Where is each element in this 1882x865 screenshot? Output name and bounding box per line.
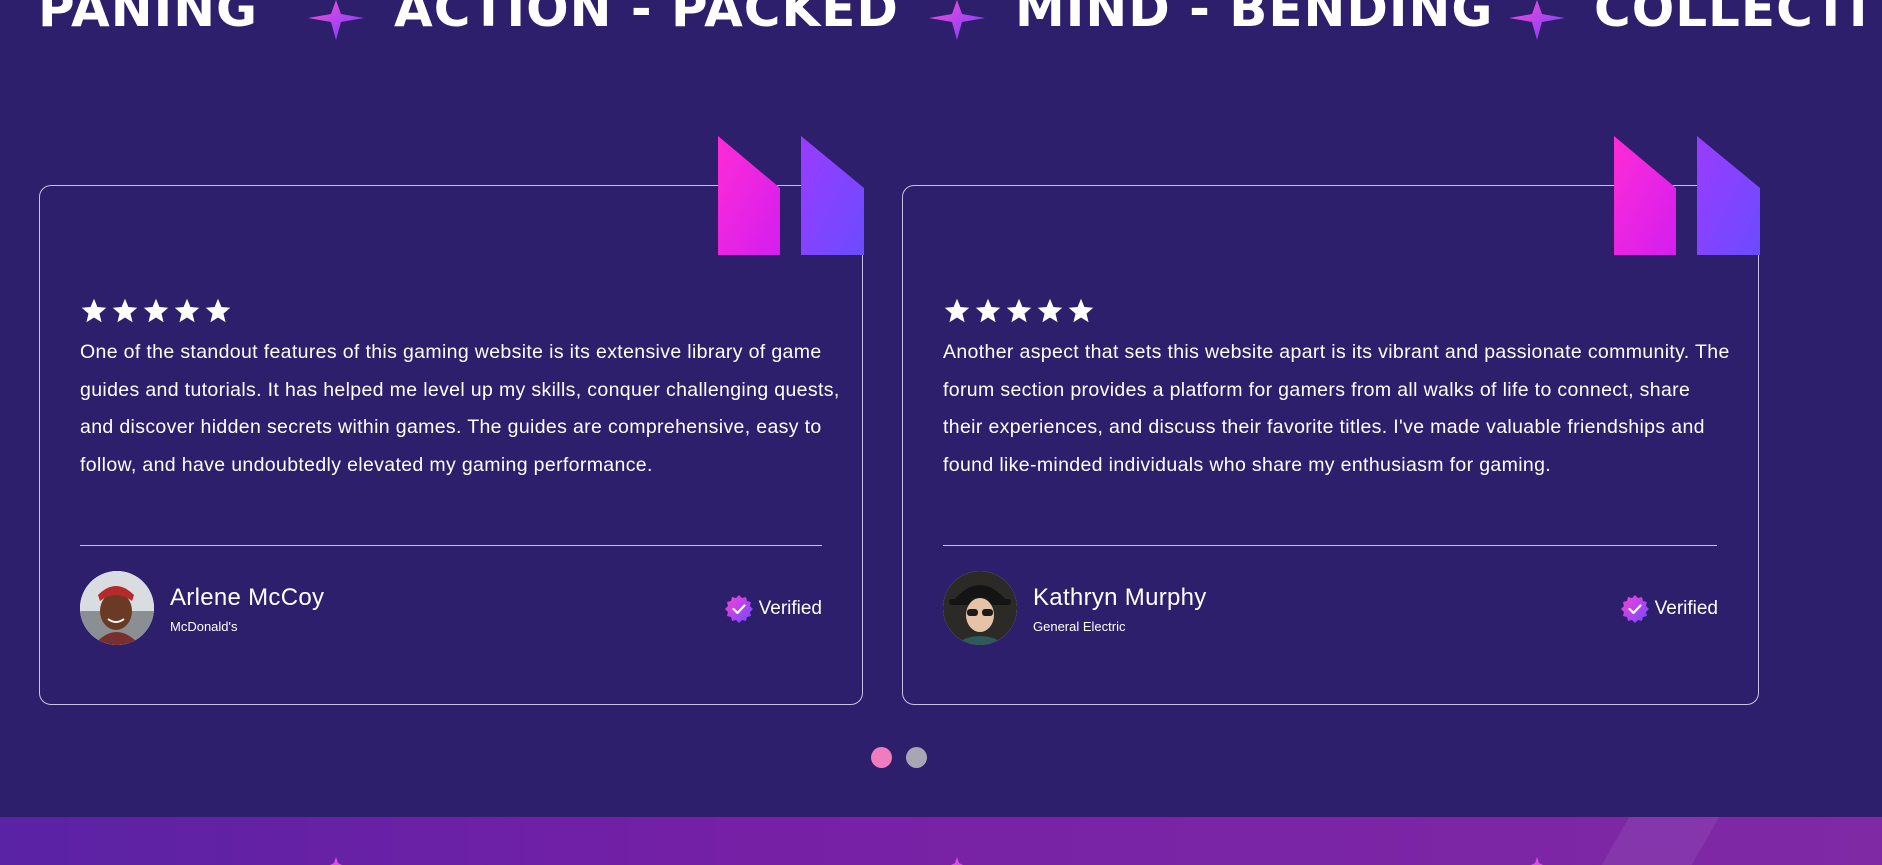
marquee-item: PANING bbox=[38, 0, 259, 38]
verified-badge: Verified bbox=[1620, 594, 1718, 624]
sparkle-star-icon bbox=[308, 0, 364, 40]
divider bbox=[943, 545, 1717, 546]
star-icon bbox=[944, 298, 970, 323]
sparkle-star-icon bbox=[330, 857, 342, 865]
sparkle-star-icon bbox=[1531, 857, 1543, 865]
rating-stars bbox=[943, 297, 1095, 325]
marquee-item: MIND - BENDING bbox=[1015, 0, 1494, 38]
quote-icon bbox=[718, 136, 864, 255]
testimonials-page: PANING ACTION - PACKED MIND - BENDING CO… bbox=[0, 0, 1882, 865]
verified-check-icon bbox=[1620, 595, 1649, 623]
quote-icon bbox=[1614, 136, 1760, 255]
star-icon bbox=[975, 298, 1001, 323]
author-name: Kathryn Murphy bbox=[1033, 584, 1207, 611]
verified-label: Verified bbox=[758, 598, 822, 619]
star-icon bbox=[1037, 298, 1063, 323]
star-icon bbox=[1006, 298, 1032, 323]
star-icon bbox=[81, 298, 107, 323]
bottom-banner bbox=[0, 817, 1882, 865]
star-icon bbox=[205, 298, 231, 323]
avatar bbox=[80, 571, 154, 645]
verified-badge: Verified bbox=[724, 594, 822, 624]
sparkle-star-icon bbox=[951, 857, 963, 865]
marquee-item: ACTION - PACKED bbox=[394, 0, 899, 38]
verified-label: Verified bbox=[1654, 598, 1718, 619]
decorative-shape bbox=[1594, 817, 1720, 865]
pagination-dot-2[interactable] bbox=[906, 747, 927, 768]
carousel-pagination bbox=[871, 747, 927, 768]
category-marquee: PANING ACTION - PACKED MIND - BENDING CO… bbox=[0, 0, 1882, 44]
verified-check-icon bbox=[724, 595, 753, 623]
author-name: Arlene McCoy bbox=[170, 584, 325, 611]
testimonial-card: Another aspect that sets this website ap… bbox=[902, 136, 1760, 705]
rating-stars bbox=[80, 297, 232, 325]
sparkle-star-icon bbox=[1509, 0, 1565, 40]
divider bbox=[80, 545, 822, 546]
star-icon bbox=[1068, 298, 1094, 323]
review-text: Another aspect that sets this website ap… bbox=[943, 341, 1730, 476]
review-text: One of the standout features of this gam… bbox=[80, 341, 840, 476]
star-icon bbox=[112, 298, 138, 323]
avatar bbox=[943, 571, 1017, 645]
testimonial-card: One of the standout features of this gam… bbox=[39, 136, 864, 705]
marquee-item: COLLECTI bbox=[1594, 0, 1869, 38]
star-icon bbox=[174, 298, 200, 323]
pagination-dot-1[interactable] bbox=[871, 747, 892, 768]
author-company: General Electric bbox=[1033, 619, 1126, 634]
author-company: McDonald's bbox=[170, 619, 238, 634]
star-icon bbox=[143, 298, 169, 323]
sparkle-star-icon bbox=[929, 0, 985, 40]
